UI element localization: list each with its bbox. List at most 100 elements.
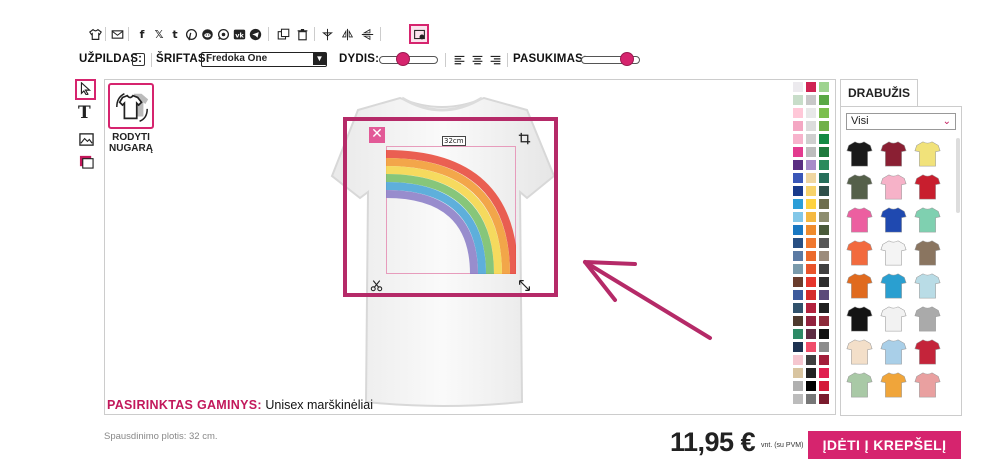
- vk-icon[interactable]: vk: [232, 27, 246, 41]
- color-swatch[interactable]: [806, 342, 816, 352]
- color-swatch[interactable]: [819, 355, 829, 365]
- color-swatch[interactable]: [819, 368, 829, 378]
- color-swatch[interactable]: [819, 290, 829, 300]
- resize-icon[interactable]: [517, 278, 531, 292]
- color-swatch[interactable]: [793, 238, 803, 248]
- clothing-item[interactable]: [880, 205, 907, 234]
- text-tool-icon[interactable]: T: [78, 103, 91, 123]
- tumblr-icon[interactable]: t: [168, 27, 182, 41]
- color-swatch[interactable]: [806, 173, 816, 183]
- color-swatch[interactable]: [819, 316, 829, 326]
- color-swatch[interactable]: [806, 186, 816, 196]
- color-swatch[interactable]: [806, 368, 816, 378]
- color-swatch[interactable]: [819, 394, 829, 404]
- font-select[interactable]: Fredoka One ▼: [201, 52, 327, 67]
- image-tool-icon[interactable]: [78, 131, 94, 147]
- color-swatch[interactable]: [793, 368, 803, 378]
- color-swatch[interactable]: [793, 264, 803, 274]
- color-swatch[interactable]: [819, 186, 829, 196]
- color-swatch[interactable]: [806, 355, 816, 365]
- clothing-item[interactable]: [846, 370, 873, 399]
- color-swatch[interactable]: [819, 381, 829, 391]
- size-slider[interactable]: [379, 52, 438, 66]
- image-settings-button[interactable]: [409, 24, 429, 44]
- clipart-tool-icon[interactable]: [78, 153, 94, 169]
- clothing-item[interactable]: [846, 238, 873, 267]
- color-swatch[interactable]: [819, 173, 829, 183]
- color-swatch[interactable]: [793, 329, 803, 339]
- color-swatch[interactable]: [793, 95, 803, 105]
- color-swatch[interactable]: [793, 355, 803, 365]
- telegram-icon[interactable]: [248, 27, 262, 41]
- rotation-slider[interactable]: [581, 52, 640, 66]
- clothing-item[interactable]: [846, 139, 873, 168]
- clothing-item[interactable]: [880, 139, 907, 168]
- color-swatch[interactable]: [806, 316, 816, 326]
- color-swatch[interactable]: [806, 394, 816, 404]
- add-to-cart-button[interactable]: ĮDĖTI Į KREPŠELĮ: [808, 431, 961, 459]
- color-swatch[interactable]: [793, 342, 803, 352]
- color-swatch[interactable]: [793, 186, 803, 196]
- clothing-item[interactable]: [880, 304, 907, 333]
- reddit-icon[interactable]: [200, 27, 214, 41]
- color-swatch[interactable]: [793, 160, 803, 170]
- color-swatch[interactable]: [819, 199, 829, 209]
- color-swatch[interactable]: [819, 95, 829, 105]
- color-swatch[interactable]: [806, 238, 816, 248]
- clothing-item[interactable]: [880, 370, 907, 399]
- color-swatch[interactable]: [806, 277, 816, 287]
- color-swatch[interactable]: [806, 381, 816, 391]
- clothing-item[interactable]: [914, 205, 941, 234]
- color-swatch[interactable]: [793, 381, 803, 391]
- select-tool[interactable]: [75, 79, 96, 100]
- color-swatch[interactable]: [793, 251, 803, 261]
- color-swatch[interactable]: [806, 264, 816, 274]
- align-left-icon[interactable]: [452, 53, 466, 67]
- color-swatch[interactable]: [793, 121, 803, 131]
- color-swatch[interactable]: [793, 277, 803, 287]
- color-swatch[interactable]: [819, 160, 829, 170]
- color-swatch[interactable]: [793, 394, 803, 404]
- clothing-item[interactable]: [914, 139, 941, 168]
- clothing-scrollbar[interactable]: [956, 138, 960, 213]
- align-right-icon[interactable]: [488, 53, 502, 67]
- color-swatch[interactable]: [793, 199, 803, 209]
- clothing-item[interactable]: [914, 304, 941, 333]
- align-middle-icon[interactable]: [470, 53, 484, 67]
- crop-icon[interactable]: [517, 131, 531, 145]
- clothing-item[interactable]: [846, 271, 873, 300]
- rotation-slider-knob[interactable]: [620, 52, 635, 66]
- duplicate-icon[interactable]: [276, 27, 290, 41]
- color-swatch[interactable]: [806, 225, 816, 235]
- align-center-icon[interactable]: [320, 27, 334, 41]
- color-swatch[interactable]: [806, 134, 816, 144]
- clothing-item[interactable]: [846, 172, 873, 201]
- clothing-item[interactable]: [914, 271, 941, 300]
- color-swatch[interactable]: [793, 173, 803, 183]
- color-swatch[interactable]: [806, 82, 816, 92]
- color-swatch[interactable]: [793, 108, 803, 118]
- color-swatch[interactable]: [806, 108, 816, 118]
- clothing-tab[interactable]: DRABUŽIS: [840, 79, 918, 107]
- color-swatch[interactable]: [793, 290, 803, 300]
- color-swatch[interactable]: [819, 251, 829, 261]
- clothing-item[interactable]: [914, 238, 941, 267]
- color-swatch[interactable]: [806, 147, 816, 157]
- mail-icon[interactable]: [110, 27, 124, 41]
- color-swatch[interactable]: [819, 121, 829, 131]
- color-swatch[interactable]: [819, 277, 829, 287]
- clothing-item[interactable]: [914, 370, 941, 399]
- color-swatch[interactable]: [806, 303, 816, 313]
- color-swatch[interactable]: [819, 238, 829, 248]
- clothing-item[interactable]: [846, 304, 873, 333]
- color-swatch[interactable]: [806, 251, 816, 261]
- clothing-item[interactable]: [880, 271, 907, 300]
- color-swatch[interactable]: [806, 121, 816, 131]
- color-swatch[interactable]: [793, 225, 803, 235]
- color-swatch[interactable]: [806, 329, 816, 339]
- color-swatch[interactable]: [819, 212, 829, 222]
- x-icon[interactable]: 𝕏: [152, 27, 166, 41]
- facebook-icon[interactable]: f: [135, 27, 149, 41]
- whatsapp-icon[interactable]: [216, 27, 230, 41]
- clothing-item[interactable]: [914, 337, 941, 366]
